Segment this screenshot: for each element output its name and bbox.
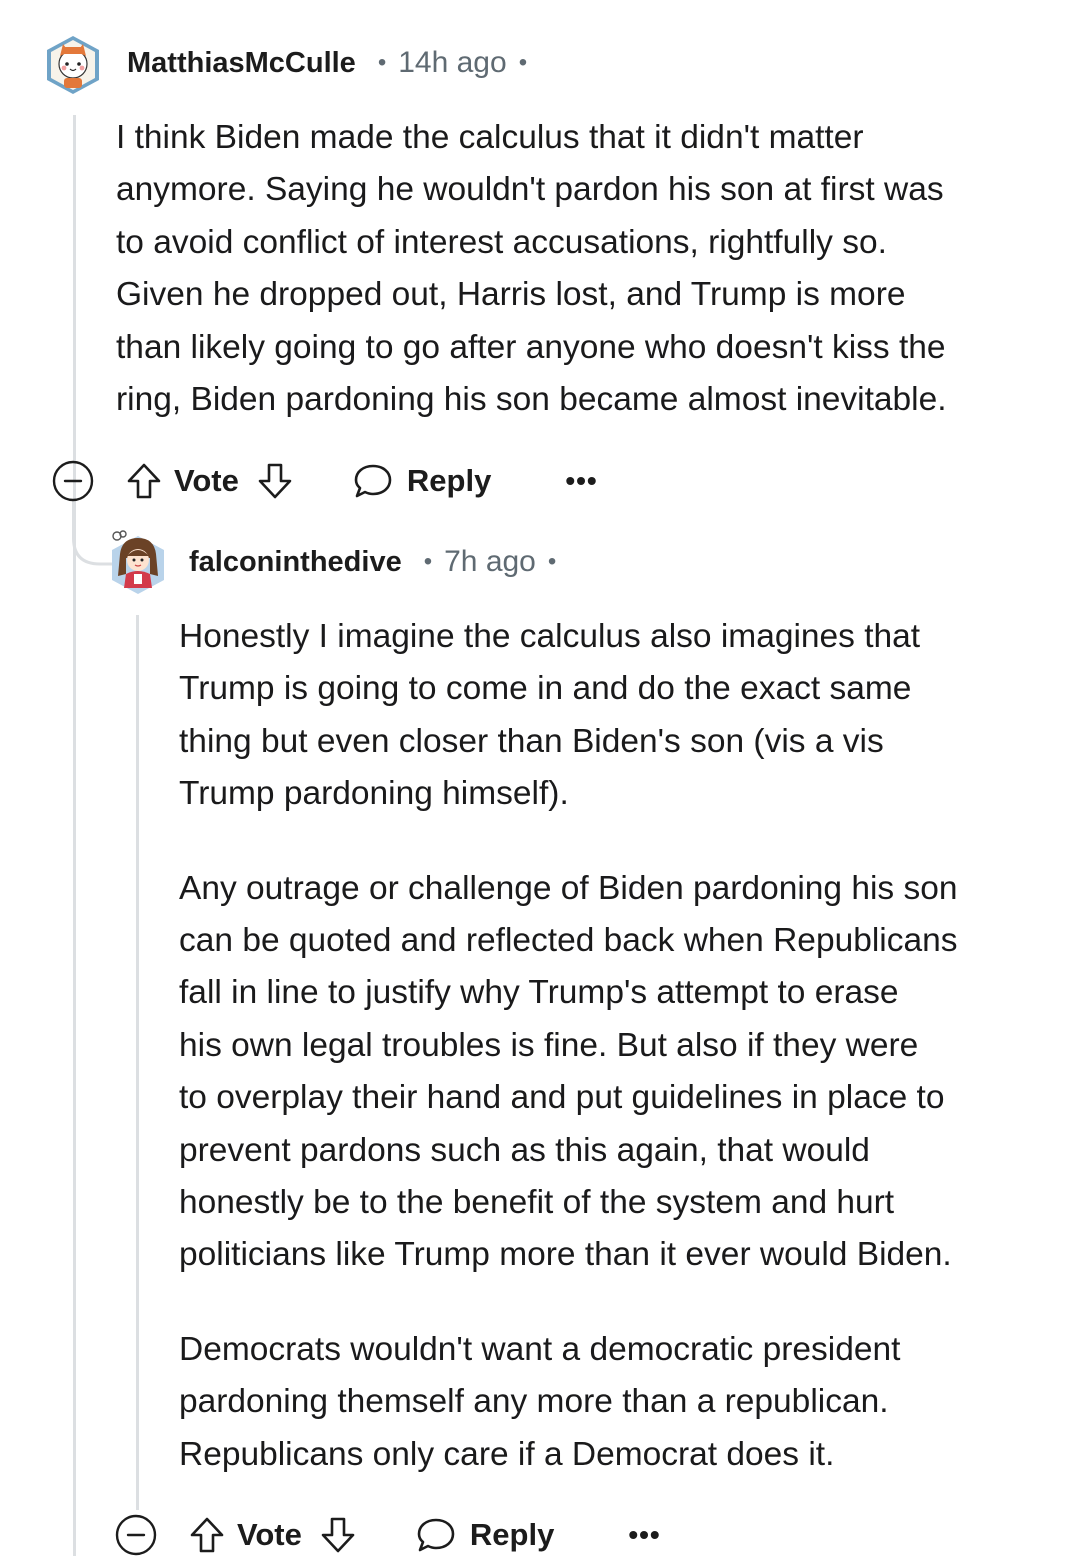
body-line: his own legal troubles is fine. But also…: [179, 1026, 919, 1064]
meta-separator: •: [377, 49, 387, 76]
body-line: Democrats wouldn't want a democratic pre…: [179, 1330, 901, 1368]
body-line: fall in line to justify why Trump's atte…: [179, 974, 899, 1012]
comment-body: Honestly I imagine the calculus also ima…: [179, 611, 957, 1481]
body-line: than likely going to go after anyone who…: [116, 328, 946, 366]
body-line: Republicans only care if a Democrat does…: [179, 1435, 835, 1473]
meta-separator: •: [518, 49, 528, 76]
timestamp[interactable]: 14h ago: [398, 46, 506, 80]
thread-line-reply[interactable]: [136, 615, 139, 1510]
body-line: to avoid conflict of interest accusation…: [116, 223, 887, 261]
arrow-down-icon: [258, 463, 292, 499]
body-line: Trump pardoning himself).: [179, 775, 569, 813]
body-line: honestly be to the benefit of the system…: [179, 1184, 895, 1222]
minus-circle-icon: [52, 460, 94, 502]
cat-avatar-icon: [47, 36, 99, 94]
upvote-button[interactable]: [189, 1516, 225, 1554]
body-line: Honestly I imagine the calculus also ima…: [179, 618, 921, 655]
reply-button[interactable]: Reply: [416, 1516, 554, 1554]
username[interactable]: falconinthedive: [189, 546, 402, 579]
avatar[interactable]: [108, 530, 166, 594]
comment-meta: falconinthedive • 7h ago •: [189, 545, 568, 579]
username[interactable]: MatthiasMcCulle: [127, 47, 356, 80]
comment-actions: Vote Reply •••: [52, 451, 598, 511]
arrow-down-icon: [321, 1517, 355, 1553]
upvote-button[interactable]: [126, 462, 162, 500]
more-options-button[interactable]: •••: [628, 1519, 660, 1551]
body-line: anymore. Saying he wouldn't pardon his s…: [116, 171, 944, 209]
comment-body: I think Biden made the calculus that it …: [116, 112, 947, 426]
more-options-button[interactable]: •••: [565, 465, 597, 497]
arrow-up-icon: [190, 1517, 224, 1553]
minus-circle-icon: [115, 1514, 157, 1556]
body-line: Any outrage or challenge of Biden pardon…: [179, 869, 958, 907]
meta-separator: •: [547, 548, 557, 575]
speech-bubble-icon: [354, 464, 392, 498]
body-line: I think Biden made the calculus that it …: [116, 119, 864, 156]
arrow-up-icon: [127, 463, 161, 499]
body-line: thing but even closer than Biden's son (…: [179, 722, 884, 760]
body-line: can be quoted and reflected back when Re…: [179, 922, 958, 960]
body-line: Trump is going to come in and do the exa…: [179, 670, 912, 708]
body-line: pardoning themself any more than a repub…: [179, 1383, 889, 1421]
body-line: ring, Biden pardoning his son became alm…: [116, 381, 947, 419]
reply-label: Reply: [406, 463, 492, 498]
collapse-button[interactable]: [115, 1514, 157, 1556]
girl-avatar-icon: [112, 530, 164, 594]
comment-meta: MatthiasMcCulle • 14h ago •: [127, 46, 539, 80]
vote-count: Vote: [237, 1517, 302, 1552]
timestamp[interactable]: 7h ago: [444, 545, 536, 579]
body-line: Given he dropped out, Harris lost, and T…: [116, 276, 906, 314]
body-line: politicians like Trump more than it ever…: [179, 1236, 952, 1274]
body-line: prevent pardons such as this again, that…: [179, 1131, 870, 1169]
avatar[interactable]: [44, 34, 102, 94]
comment-actions: Vote Reply •••: [115, 1505, 661, 1565]
reply-button[interactable]: Reply: [353, 462, 491, 500]
body-line: to overplay their hand and put guideline…: [179, 1079, 945, 1117]
collapse-button[interactable]: [52, 460, 94, 502]
downvote-button[interactable]: [257, 462, 293, 500]
reply-label: Reply: [469, 1517, 555, 1552]
meta-separator: •: [423, 548, 433, 575]
thread-line-root[interactable]: [73, 115, 76, 1556]
downvote-button[interactable]: [320, 1516, 356, 1554]
vote-count: Vote: [174, 463, 239, 498]
speech-bubble-icon: [417, 1518, 455, 1552]
